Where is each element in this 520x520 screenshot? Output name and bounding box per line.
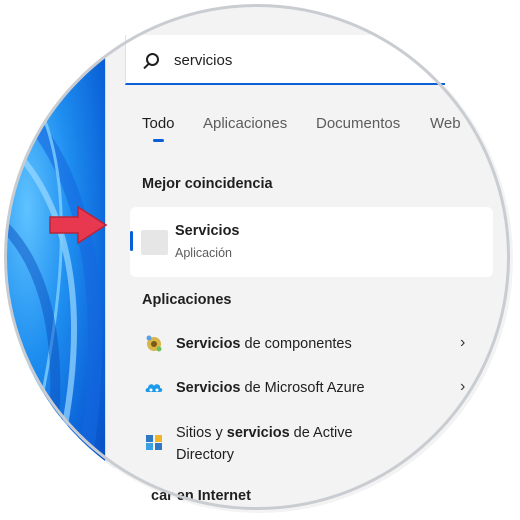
tab-documentos[interactable]: Documentos (316, 115, 400, 132)
item-match-text: Servicios (176, 380, 241, 396)
search-box[interactable]: servicios (125, 35, 445, 85)
result-title: Servicios (175, 223, 240, 239)
best-match-heading: Mejor coincidencia (142, 176, 273, 192)
best-match-result[interactable]: Servicios Aplicación (130, 207, 493, 277)
azure-icon (145, 384, 163, 392)
search-icon (146, 53, 159, 66)
apps-heading: Aplicaciones (142, 292, 232, 308)
item-rest-text: de Microsoft Azure (240, 380, 365, 396)
item-rest-text: de componentes (240, 336, 352, 352)
active-directory-icon (146, 435, 162, 450)
services-app-icon (141, 230, 168, 255)
chevron-right-icon[interactable]: › (460, 334, 465, 352)
pointer-arrow-icon (49, 205, 108, 245)
chevron-right-icon[interactable]: › (460, 378, 465, 396)
item-match-text: servicios (226, 425, 290, 441)
item-rest-text: de Active (289, 425, 353, 441)
item-match-text: Servicios (176, 336, 241, 352)
item-prefix-text: Sitios y (176, 425, 227, 441)
active-tab-indicator (153, 139, 164, 142)
tab-aplicaciones[interactable]: Aplicaciones (203, 115, 287, 132)
selection-indicator (130, 231, 133, 251)
desktop-wallpaper (5, 5, 115, 513)
search-internet-heading: car en Internet (151, 488, 251, 504)
tab-todo[interactable]: Todo (142, 115, 175, 132)
app-item-microsoft-azure[interactable]: Servicios de Microsoft Azure (142, 377, 482, 401)
item-line2-text: Directory (176, 447, 235, 463)
app-item-component-services[interactable]: Servicios de componentes (142, 333, 482, 357)
tab-web[interactable]: Web (430, 115, 461, 132)
app-item-active-directory-sites[interactable]: Sitios y servicios de Active Directory (142, 422, 482, 468)
result-type: Aplicación (175, 246, 232, 260)
component-services-icon (146, 335, 162, 352)
search-input[interactable]: servicios (174, 52, 232, 69)
